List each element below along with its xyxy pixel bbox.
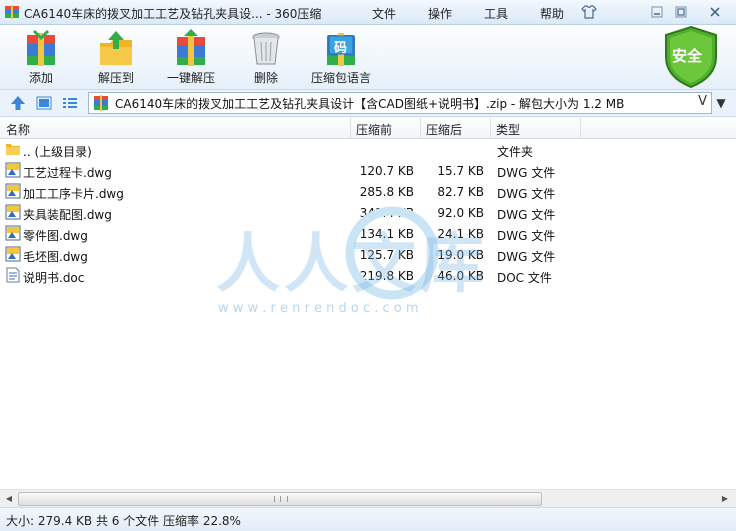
scroll-left-icon[interactable]: ◀ <box>2 492 16 505</box>
file-size-before: 285.8 KB <box>359 185 414 199</box>
list-item[interactable]: 工艺过程卡.dwg 120.7 KB 15.7 KB DWG 文件 <box>0 160 736 181</box>
doc-file-icon <box>6 267 20 283</box>
path-field[interactable]: CA6140车床的拨叉加工工艺及钻孔夹具设计【含CAD图纸+说明书】.zip -… <box>88 92 712 114</box>
file-size-after: 15.7 KB <box>437 164 484 178</box>
one-click-extract-icon <box>171 29 211 67</box>
language-badge: 码 <box>334 41 348 56</box>
file-size-after: 19.0 KB <box>437 248 484 262</box>
dwg-file-icon <box>5 225 21 241</box>
column-type[interactable]: 类型 <box>496 121 520 138</box>
file-type: DWG 文件 <box>497 166 556 180</box>
menu-help[interactable]: 帮助 <box>540 5 564 22</box>
menu-operation[interactable]: 操作 <box>428 5 452 22</box>
file-size-after: 24.1 KB <box>437 227 484 241</box>
one-click-extract-button[interactable]: 一键解压 <box>156 27 226 87</box>
archive-path-text: CA6140车床的拨叉加工工艺及钻孔夹具设计【含CAD图纸+说明书】.zip -… <box>115 97 625 111</box>
list-header: 名称 压缩前 压缩后 类型 <box>0 117 736 139</box>
security-shield[interactable]: 安全 <box>662 25 720 89</box>
dwg-file-icon <box>5 204 21 220</box>
dwg-file-icon <box>5 246 21 262</box>
column-before[interactable]: 压缩前 <box>356 121 392 138</box>
file-size-before: 134.1 KB <box>359 227 414 241</box>
column-divider[interactable] <box>580 117 581 138</box>
title-bar: CA6140车床的拨叉加工工艺及钻孔夹具设... - 360压缩 文件 操作 工… <box>0 0 736 25</box>
column-name[interactable]: 名称 <box>6 121 30 138</box>
delete-label: 删除 <box>253 71 278 85</box>
list-item[interactable]: 加工工序卡片.dwg 285.8 KB 82.7 KB DWG 文件 <box>0 181 736 202</box>
scroll-thumb[interactable] <box>18 492 542 506</box>
dwg-file-icon <box>5 162 21 178</box>
file-size-before: 341.4 KB <box>359 206 414 220</box>
up-arrow-icon[interactable] <box>10 95 26 111</box>
list-item[interactable]: 夹具装配图.dwg 341.4 KB 92.0 KB DWG 文件 <box>0 202 736 223</box>
file-type: DWG 文件 <box>497 250 556 264</box>
extract-to-button[interactable]: 解压到 <box>81 27 151 87</box>
archive-language-button[interactable]: 码 压缩包语言 <box>306 27 376 87</box>
file-type: DOC 文件 <box>497 271 552 285</box>
add-button-label: 添加 <box>28 71 53 85</box>
list-item[interactable]: 毛坯图.dwg 125.7 KB 19.0 KB DWG 文件 <box>0 244 736 265</box>
status-text: 大小: 279.4 KB 共 6 个文件 压缩率 22.8% <box>6 514 241 528</box>
scroll-right-icon[interactable]: ▶ <box>718 492 732 505</box>
file-name: .. (上级目录) <box>23 145 92 159</box>
column-divider[interactable] <box>420 117 421 138</box>
menu-tools[interactable]: 工具 <box>484 5 508 22</box>
extract-to-icon <box>96 29 136 67</box>
file-size-after: 92.0 KB <box>437 206 484 220</box>
extract-to-label: 解压到 <box>97 71 134 85</box>
list-item[interactable]: 说明书.doc 219.8 KB 46.0 KB DOC 文件 <box>0 265 736 286</box>
file-name: 夹具装配图.dwg <box>23 208 112 222</box>
menu-bar: 文件 操作 工具 帮助 <box>372 5 596 22</box>
security-badge-label: 安全 <box>672 47 703 65</box>
file-type: DWG 文件 <box>497 229 556 243</box>
file-name: 零件图.dwg <box>23 229 88 243</box>
column-divider[interactable] <box>350 117 351 138</box>
list-item[interactable]: 零件图.dwg 134.1 KB 24.1 KB DWG 文件 <box>0 223 736 244</box>
file-type: DWG 文件 <box>497 187 556 201</box>
file-type: DWG 文件 <box>497 208 556 222</box>
archive-app-icon <box>5 5 19 19</box>
file-size-before: 219.8 KB <box>359 269 414 283</box>
window-title: CA6140车床的拨叉加工工艺及钻孔夹具设... - 360压缩 <box>24 7 322 21</box>
file-name: 加工工序卡片.dwg <box>23 187 124 201</box>
file-list: 名称 压缩前 压缩后 类型 .. (上级目录) 文件夹 工艺过程卡.dwg 12… <box>0 117 736 489</box>
horizontal-scrollbar[interactable]: ◀ ▶ <box>0 489 736 507</box>
dwg-file-icon <box>5 183 21 199</box>
column-after[interactable]: 压缩后 <box>426 121 462 138</box>
file-size-after: 46.0 KB <box>437 269 484 283</box>
file-size-before: 125.7 KB <box>359 248 414 262</box>
address-bar: CA6140车床的拨叉加工工艺及钻孔夹具设计【含CAD图纸+说明书】.zip -… <box>0 90 736 117</box>
folder-icon <box>6 144 20 155</box>
column-divider[interactable] <box>490 117 491 138</box>
minimize-icon[interactable] <box>646 3 668 21</box>
file-size-before: 120.7 KB <box>359 164 414 178</box>
status-bar: 大小: 279.4 KB 共 6 个文件 压缩率 22.8% <box>0 507 736 531</box>
list-view-icon[interactable] <box>62 95 78 111</box>
toolbar: 添加 解压到 一键解压 删除 码 压缩包语言 安全 <box>0 25 736 90</box>
file-name: 毛坯图.dwg <box>23 250 88 264</box>
file-size-after: 82.7 KB <box>437 185 484 199</box>
list-item-parent-folder[interactable]: .. (上级目录) 文件夹 <box>0 139 736 160</box>
maximize-icon[interactable] <box>670 3 692 21</box>
menu-file[interactable]: 文件 <box>372 5 396 22</box>
delete-bin-icon <box>246 29 286 67</box>
path-dropdown[interactable]: V <box>698 94 707 109</box>
file-type: 文件夹 <box>497 145 534 159</box>
archive-language-icon: 码 <box>321 29 361 67</box>
add-button[interactable]: 添加 <box>6 27 76 87</box>
file-name: 工艺过程卡.dwg <box>23 166 112 180</box>
path-dropdown-arrow-icon[interactable]: ▼ <box>712 94 730 112</box>
thumbnail-view-icon[interactable] <box>36 95 52 111</box>
skin-icon[interactable] <box>578 3 600 21</box>
grip-icon <box>274 496 288 502</box>
archive-language-label: 压缩包语言 <box>310 71 371 85</box>
delete-button[interactable]: 删除 <box>231 27 301 87</box>
one-click-extract-label: 一键解压 <box>166 71 215 85</box>
file-name: 说明书.doc <box>23 271 85 285</box>
add-archive-icon <box>21 29 61 67</box>
close-icon[interactable] <box>704 3 726 21</box>
zip-file-icon <box>94 95 108 111</box>
